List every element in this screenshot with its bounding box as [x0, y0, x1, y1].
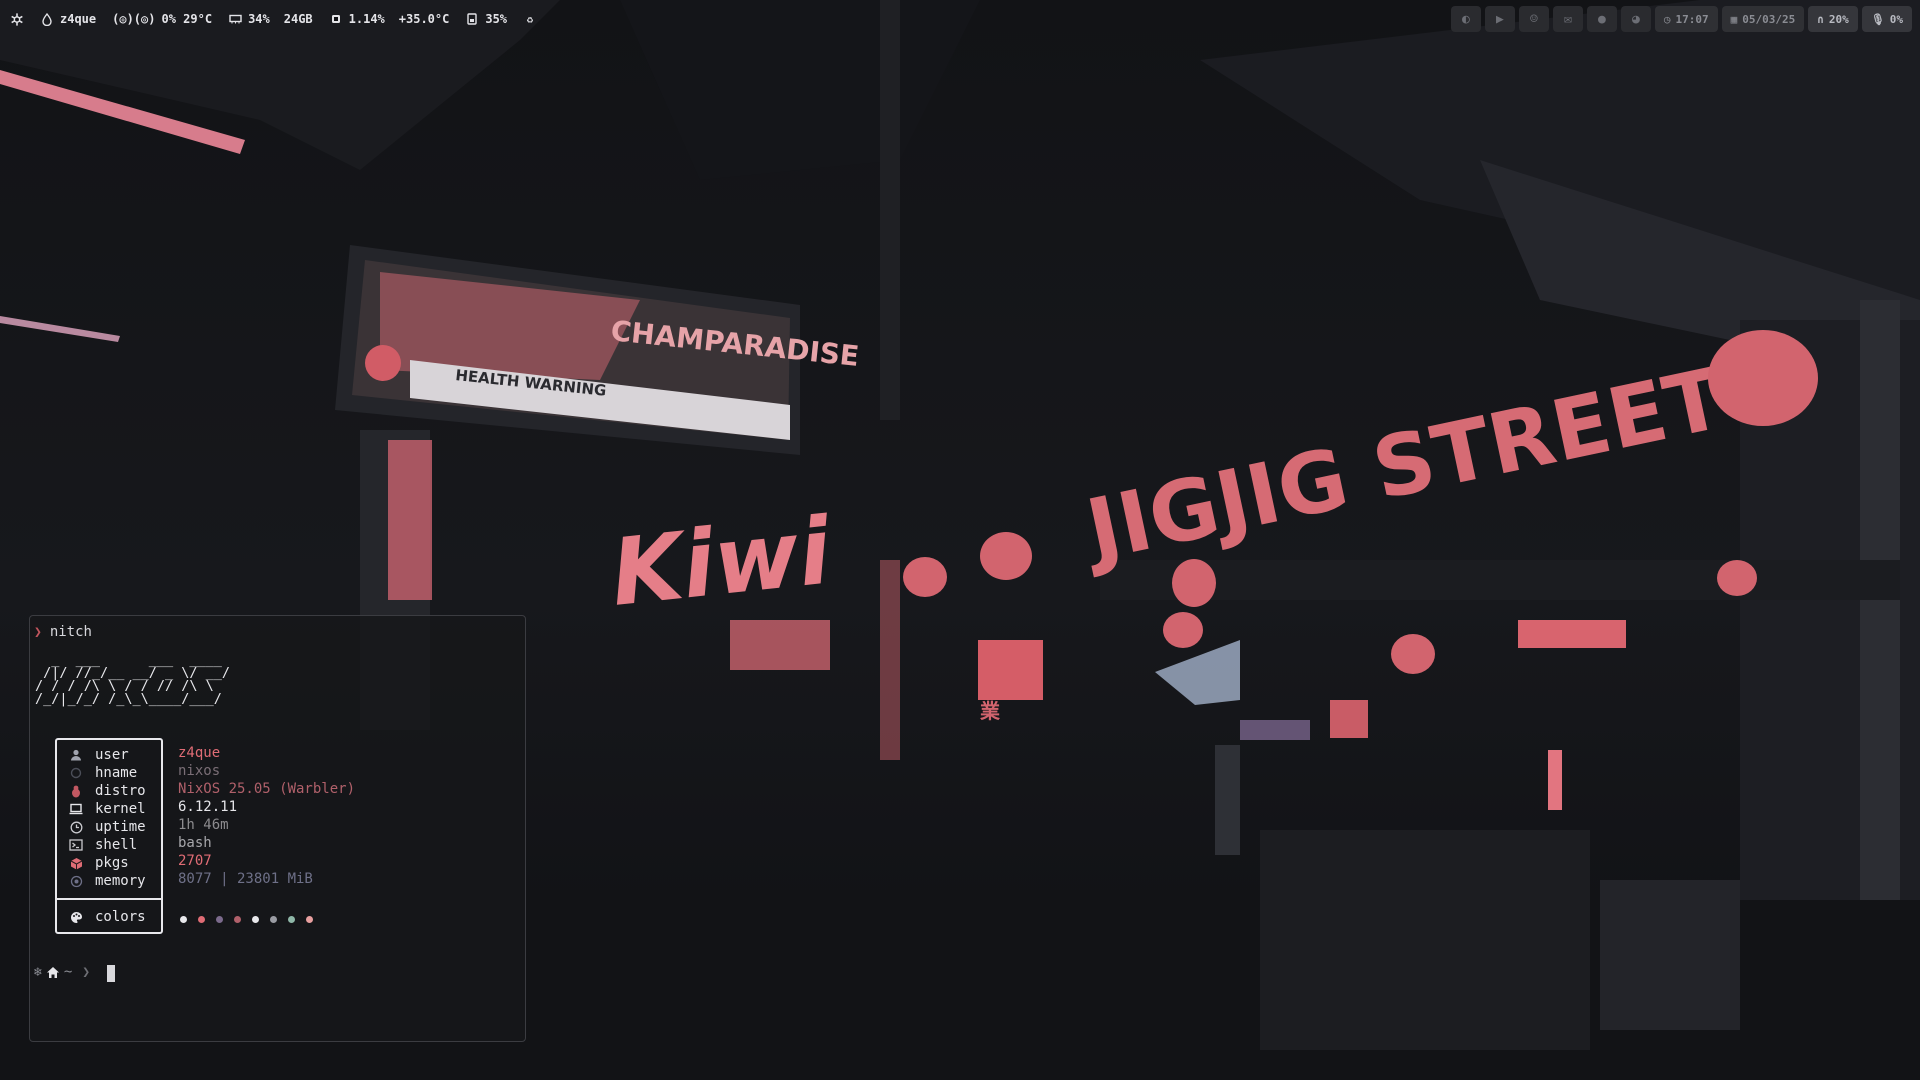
cpu-temp: 0% 29°C: [161, 12, 213, 26]
color-swatch: [234, 916, 241, 923]
clock-text: 17:07: [1675, 12, 1709, 26]
prompt-dir: ~: [63, 964, 73, 980]
cpu-icon: (◎)(◎): [112, 12, 156, 26]
load-module[interactable]: 1.14% +35.0°C: [329, 12, 450, 26]
top-bar: z4que (◎)(◎) 0% 29°C 34% 24GB 1.14% +35.…: [0, 0, 1920, 38]
info-row-colors: colors: [69, 908, 146, 926]
discord-icon[interactable]: ☺: [1518, 6, 1549, 32]
info-value-pkgs: 2707: [178, 853, 212, 869]
ram-module[interactable]: 34% 24GB: [228, 12, 313, 26]
ram-percent: 34%: [248, 12, 270, 26]
droplet-icon: [40, 12, 54, 26]
user-module[interactable]: z4que: [40, 12, 96, 26]
info-row-user: user: [69, 746, 129, 764]
mic-pill[interactable]: 🎙 0%: [1861, 6, 1912, 32]
mail-icon[interactable]: ✉: [1552, 6, 1583, 32]
disk-percent: 35%: [485, 12, 508, 26]
info-row-distro: distro: [69, 782, 146, 800]
home-icon: [46, 966, 60, 979]
info-value-hname: nixos: [178, 763, 221, 779]
disk-module[interactable]: 35%: [465, 12, 507, 26]
text-cursor[interactable]: [107, 965, 115, 982]
distro-icon: [69, 784, 83, 798]
command-line: ❯ nitch: [34, 624, 92, 640]
color-swatch: [288, 916, 295, 923]
prompt-chevron-icon: ❯: [82, 964, 91, 980]
ram-icon: [228, 12, 242, 26]
recycle-icon: ♻: [526, 12, 534, 26]
info-value-uptime: 1h 46m: [178, 817, 229, 833]
clock-icon: ◷: [1663, 12, 1671, 26]
volume-text: 20%: [1828, 12, 1849, 26]
mic-text: 0%: [1889, 12, 1903, 26]
kernel-icon: [69, 802, 83, 816]
color-swatch: [198, 916, 205, 923]
reddit-icon[interactable]: ●: [1586, 6, 1617, 32]
palette-icon: [69, 910, 83, 924]
user-label: z4que: [60, 12, 97, 26]
memory-icon: [69, 874, 83, 888]
youtube-icon[interactable]: ▶: [1484, 6, 1515, 32]
cpu-module[interactable]: (◎)(◎) 0% 29°C: [112, 12, 212, 26]
info-row-memory: memory: [69, 872, 146, 890]
ram-total: 24GB: [283, 12, 313, 26]
info-row-hname: hname: [69, 764, 137, 782]
calendar-icon: ▦: [1730, 12, 1738, 26]
color-swatch: [270, 916, 277, 923]
steam-icon[interactable]: ◐: [1450, 6, 1481, 32]
github-icon[interactable]: ◕: [1620, 6, 1651, 32]
terminal-window[interactable]: ❯ nitch _ ___ ___ ____ /|/ //_/__ __/ _ …: [29, 615, 526, 1042]
shell-icon: [69, 838, 83, 852]
color-swatch: [252, 916, 259, 923]
info-row-kernel: kernel: [69, 800, 146, 818]
prompt-line: ❄ ~ ❯: [34, 964, 90, 980]
info-value-shell: bash: [178, 835, 212, 851]
color-swatch: [180, 916, 187, 923]
user-icon: [69, 748, 83, 762]
microphone-icon: 🎙: [1870, 12, 1885, 26]
status-modules: z4que (◎)(◎) 0% 29°C 34% 24GB 1.14% +35.…: [0, 0, 553, 38]
nix-snowflake-icon: ❄: [34, 964, 42, 980]
host-icon: [69, 766, 83, 780]
info-divider: [55, 898, 163, 900]
info-value-memory: 8077 | 23801 MiB: [178, 871, 313, 887]
tray: ◐ ▶ ☺ ✉ ● ◕ ◷ 17:07 ▦ 05/03/25 ∩ 20% 🎙 0…: [1450, 6, 1920, 32]
prompt-chevron-icon: ❯: [34, 624, 42, 640]
info-row-pkgs: pkgs: [69, 854, 129, 872]
headphones-icon: ∩: [1817, 12, 1824, 26]
info-row-shell: shell: [69, 836, 137, 854]
info-box: user hname distro kernel uptime shell pk…: [55, 738, 163, 934]
nixos-menu[interactable]: [10, 12, 24, 26]
svg-text:業: 業: [980, 699, 1001, 723]
date-text: 05/03/25: [1742, 12, 1796, 26]
nixos-ascii-logo: _ ___ ___ ____ /|/ //_/__ __/ _ \/ __/ /…: [35, 652, 231, 707]
info-value-user: z4que: [178, 745, 221, 761]
info-value-kernel: 6.12.11: [178, 799, 238, 815]
nixos-logo-icon: [10, 12, 24, 26]
color-swatch: [306, 916, 313, 923]
date-pill[interactable]: ▦ 05/03/25: [1721, 6, 1805, 32]
load-percent: 1.14%: [348, 12, 385, 26]
disk-icon: [465, 12, 479, 26]
volume-pill[interactable]: ∩ 20%: [1808, 6, 1858, 32]
color-swatch: [216, 916, 223, 923]
load-temp: +35.0°C: [398, 12, 450, 26]
chip-icon: [329, 12, 343, 26]
command-text: nitch: [49, 624, 92, 640]
package-icon: [69, 856, 83, 870]
info-row-uptime: uptime: [69, 818, 146, 836]
info-value-distro: NixOS 25.05 (Warbler): [178, 781, 356, 797]
clock-icon: [69, 820, 83, 834]
clock-pill[interactable]: ◷ 17:07: [1654, 6, 1718, 32]
recycle-module[interactable]: ♻: [523, 12, 537, 26]
